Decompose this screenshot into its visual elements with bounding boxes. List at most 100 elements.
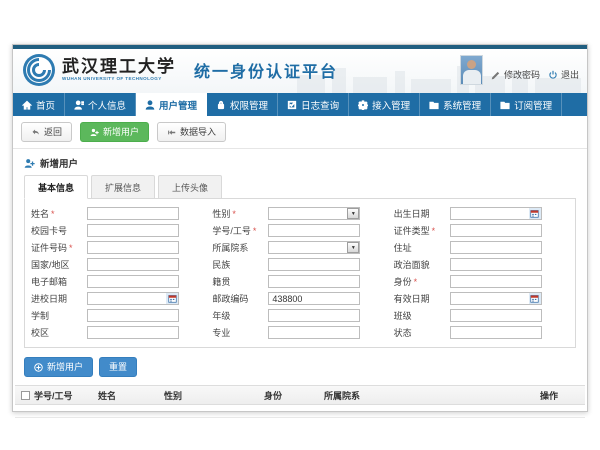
form-row: 证件号码* 所属院系 ▼ 住址 xyxy=(29,239,573,256)
calendar-icon[interactable] xyxy=(529,208,541,219)
form-field-label: 进校日期 xyxy=(31,294,67,304)
form-input-r5c2[interactable] xyxy=(268,275,360,288)
form-field-label: 专业 xyxy=(212,328,230,338)
nav-tab-label: 首页 xyxy=(36,98,55,112)
form-input-r8c3[interactable] xyxy=(450,326,542,339)
tab-1[interactable]: 基本信息 xyxy=(24,175,88,199)
section-user-add-icon xyxy=(24,158,35,169)
form-field-label: 状态 xyxy=(394,328,412,338)
form-input-r2c3[interactable] xyxy=(450,224,542,237)
form-input-r3c1[interactable] xyxy=(87,241,179,254)
select-all-checkbox[interactable] xyxy=(21,391,30,400)
form-field-label: 校区 xyxy=(31,328,49,338)
form-row: 校园卡号 学号/工号* 证件类型* xyxy=(29,222,573,239)
form-input-r2c1[interactable] xyxy=(87,224,179,237)
form-actions: 新增用户 重置 xyxy=(24,357,576,377)
table-header-1: 学号/工号 xyxy=(30,389,94,402)
form-input-r5c3[interactable] xyxy=(450,275,542,288)
form-field-label: 电子邮箱 xyxy=(31,277,67,287)
form-input-r1c1[interactable] xyxy=(87,207,179,220)
form-field-label: 住址 xyxy=(394,243,412,253)
form-input-r2c2[interactable] xyxy=(268,224,360,237)
form-row: 姓名* 性别* ▼ 出生日期 xyxy=(29,205,573,222)
user-table-empty-row xyxy=(15,405,585,418)
profile-icon xyxy=(74,100,84,110)
form-field-label: 出生日期 xyxy=(394,209,430,219)
required-asterisk: * xyxy=(69,243,73,253)
toolbar-add-user-label: 新增用户 xyxy=(103,128,139,137)
reset-button[interactable]: 重置 xyxy=(99,357,137,377)
nav-tab-7[interactable]: 系统管理 xyxy=(420,93,491,116)
university-logo xyxy=(22,53,56,87)
logout-link[interactable]: 退出 xyxy=(548,68,579,85)
user-avatar[interactable] xyxy=(460,55,483,85)
logout-label: 退出 xyxy=(561,68,579,81)
dropdown-arrow-icon[interactable]: ▼ xyxy=(347,242,359,253)
university-name-cn: 武汉理工大学 xyxy=(62,58,176,75)
log-check-icon xyxy=(287,100,297,110)
app-window: 武汉理工大学 WUHAN UNIVERSITY OF TECHNOLOGY 统一… xyxy=(12,44,588,412)
nav-tab-label: 权限管理 xyxy=(230,98,268,112)
form-input-r7c2[interactable] xyxy=(268,309,360,322)
calendar-icon[interactable] xyxy=(166,293,178,304)
calendar-icon[interactable] xyxy=(529,293,541,304)
nav-tab-2[interactable]: 个人信息 xyxy=(65,93,136,116)
user-table-header-row: 学号/工号姓名性别身份所属院系操作 xyxy=(15,386,585,405)
table-header-5: 所属院系 xyxy=(320,389,536,402)
table-header-6: 操作 xyxy=(536,389,582,402)
form-field-label: 证件号码 xyxy=(31,243,67,253)
nav-tab-3[interactable]: 用户管理 xyxy=(136,93,207,116)
form-row: 国家/地区 民族 政治面貌 xyxy=(29,256,573,273)
nav-bar: 首页 个人信息 用户管理 权限管理 日志查询 接入管理 系统管理 订阅管理 xyxy=(13,93,587,116)
user-table: 学号/工号姓名性别身份所属院系操作 xyxy=(15,385,585,418)
form-row: 进校日期 邮政编码 438800 有效日期 xyxy=(29,290,573,307)
data-import-button[interactable]: 数据导入 xyxy=(157,122,226,142)
tab-3[interactable]: 上传头像 xyxy=(158,175,222,199)
import-arrow-icon xyxy=(167,128,176,137)
toolbar: 返回 新增用户 数据导入 xyxy=(13,116,587,149)
form-field-label: 学制 xyxy=(31,311,49,321)
form-input-r4c2[interactable] xyxy=(268,258,360,271)
form-row: 电子邮箱 籍贯 身份* xyxy=(29,273,573,290)
submit-add-user-button[interactable]: 新增用户 xyxy=(24,357,93,377)
university-name-en: WUHAN UNIVERSITY OF TECHNOLOGY xyxy=(62,77,176,82)
gear-icon xyxy=(358,100,368,110)
form-input-r5c1[interactable] xyxy=(87,275,179,288)
form-input-r3c3[interactable] xyxy=(450,241,542,254)
form-row: 学制 年级 班级 xyxy=(29,307,573,324)
table-header-2: 姓名 xyxy=(94,389,160,402)
dropdown-arrow-icon[interactable]: ▼ xyxy=(347,208,359,219)
form-field-label: 政治面貌 xyxy=(394,260,430,270)
table-header-3: 性别 xyxy=(160,389,260,402)
folder-icon xyxy=(500,100,510,110)
back-button-label: 返回 xyxy=(44,128,62,137)
form-field-label: 姓名 xyxy=(31,209,49,219)
form-input-r4c3[interactable] xyxy=(450,258,542,271)
nav-tab-1[interactable]: 首页 xyxy=(13,93,65,116)
form-input-r8c1[interactable] xyxy=(87,326,179,339)
nav-tab-4[interactable]: 权限管理 xyxy=(207,93,278,116)
form-input-r6c2[interactable]: 438800 xyxy=(268,292,360,305)
form-field-label: 国家/地区 xyxy=(31,260,70,270)
header: 武汉理工大学 WUHAN UNIVERSITY OF TECHNOLOGY 统一… xyxy=(13,49,587,93)
reset-button-label: 重置 xyxy=(109,363,127,372)
table-header-4: 身份 xyxy=(260,389,320,402)
nav-tab-6[interactable]: 接入管理 xyxy=(349,93,420,116)
platform-title: 统一身份认证平台 xyxy=(194,58,338,82)
toolbar-add-user-button[interactable]: 新增用户 xyxy=(80,122,149,142)
form-input-r7c3[interactable] xyxy=(450,309,542,322)
back-button[interactable]: 返回 xyxy=(21,122,72,142)
form-input-r8c2[interactable] xyxy=(268,326,360,339)
tab-2[interactable]: 扩展信息 xyxy=(91,175,155,199)
form-input-r4c1[interactable] xyxy=(87,258,179,271)
form-input-r7c1[interactable] xyxy=(87,309,179,322)
users-icon xyxy=(145,100,155,110)
required-asterisk: * xyxy=(232,209,236,219)
required-asterisk: * xyxy=(51,209,55,219)
section-header: 新增用户 xyxy=(13,149,587,175)
change-password-link[interactable]: 修改密码 xyxy=(491,68,540,85)
change-password-label: 修改密码 xyxy=(504,68,540,81)
nav-tab-8[interactable]: 订阅管理 xyxy=(491,93,562,116)
nav-tab-5[interactable]: 日志查询 xyxy=(278,93,349,116)
form-field-label: 年级 xyxy=(212,311,230,321)
